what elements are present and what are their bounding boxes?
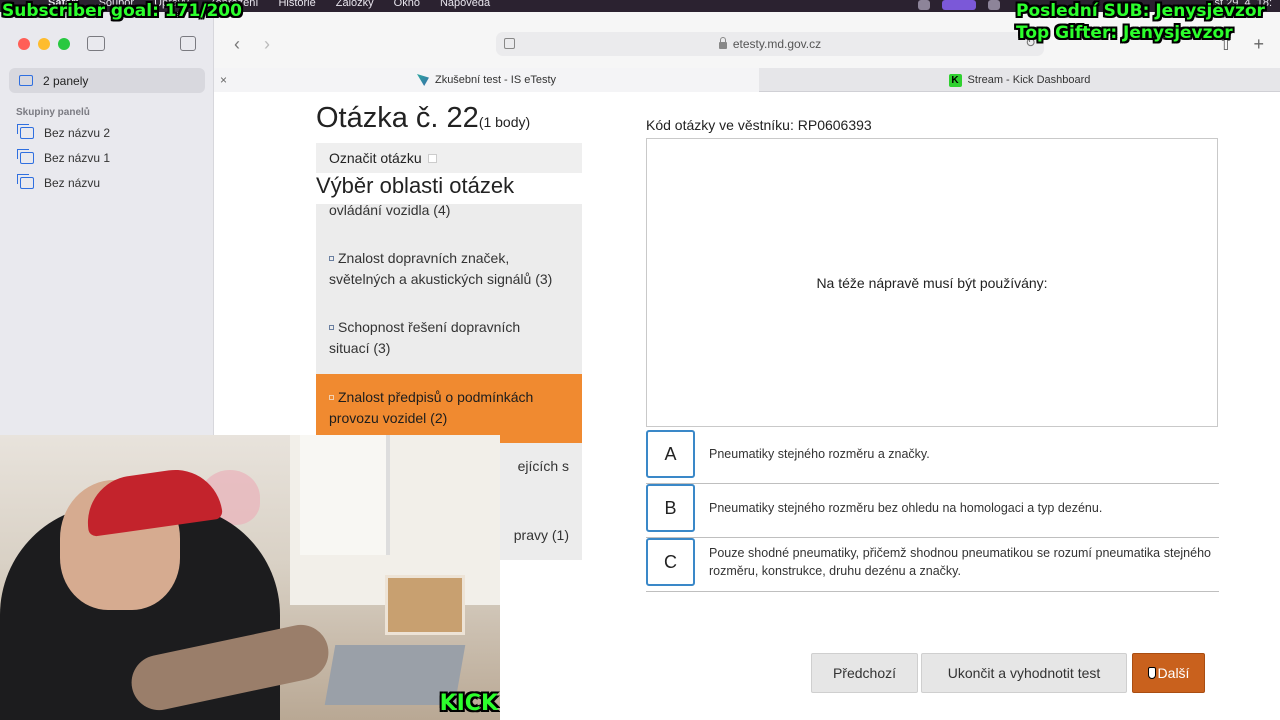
tab-group-icon [17,124,34,139]
mark-question-label: Označit otázku [329,150,422,166]
area-label: pravy (1) [513,527,569,543]
kick-logo: KICK [439,691,498,716]
bullet-icon [329,256,334,261]
area-label: ejících s [517,458,569,474]
tab-title: Zkušební test - IS eTesty [434,74,557,86]
sidebar-group-label: Bez názvu 2 [44,126,111,140]
tab-kick-dashboard[interactable]: K Stream - Kick Dashboard [759,68,1280,92]
area-label: Schopnost řešení dopravních [338,319,521,335]
area-item[interactable]: Schopnost řešení dopravních situací (3) [316,317,582,359]
new-tab-icon[interactable]: + [1253,34,1264,55]
next-button-label: Další [1157,665,1190,681]
area-label: ovládání vozidla (4) [329,204,451,218]
bullet-icon [329,395,334,400]
close-tab-icon[interactable]: × [220,73,227,87]
answer-letter[interactable]: C [646,538,695,586]
sidebar-item-panels[interactable]: 2 panely [9,68,205,93]
question-points: (1 body) [478,114,531,130]
tab-bar: × Zkušební test - IS eTesty K Stream - K… [214,68,1280,92]
question-title: Otázka č. 22(1 body) [316,102,530,135]
tab-title: Stream - Kick Dashboard [967,74,1091,86]
question-box: Na téže nápravě musí být používány: [646,138,1218,427]
answer-option-b[interactable]: B Pneumatiky stejného rozměru bez ohledu… [646,484,1219,538]
kick-favicon-icon: K [948,73,962,87]
sidebar-item-group[interactable]: Bez názvu 2 [17,124,111,140]
answer-letter[interactable]: A [646,430,695,478]
window-controls [18,38,70,50]
areas-title: Výběr oblasti otázek [316,173,515,198]
tray-icon[interactable] [988,0,1000,10]
tab-etesty[interactable]: × Zkušební test - IS eTesty [214,68,759,92]
finish-test-button[interactable]: Ukončit a vyhodnotit test [921,653,1127,693]
answer-option-c[interactable]: C Pouze shodné pneumatiky, přičemž shodn… [646,538,1219,592]
sidebar-group-label: Bez názvu [44,176,101,190]
next-button[interactable]: Další [1132,653,1205,693]
webcam-corkboard [385,575,465,635]
answer-text[interactable]: Pouze shodné pneumatiky, přičemž shodnou… [709,538,1211,586]
url-text: etesty.md.gov.cz [732,37,822,51]
question-text: Na téže nápravě musí být používány: [816,274,1048,291]
tab-group-icon [17,174,34,189]
menu-okno[interactable]: Okno [394,0,420,9]
tab-group-icon [17,149,34,164]
sidebar-toggle-icon[interactable] [87,36,105,51]
streamer-webcam: KICK [0,435,500,720]
tray-highlight-icon[interactable] [942,0,976,10]
sidebar-item-group[interactable]: Bez názvu 1 [17,149,111,165]
sidebar-item-group[interactable]: Bez názvu [17,174,101,190]
minimize-window-button[interactable] [38,38,50,50]
question-number: Otázka č. 22 [316,102,479,134]
window-icon [19,75,33,86]
mark-question-checkbox[interactable] [427,153,437,163]
answer-letter[interactable]: B [646,484,695,532]
subscriber-goal-overlay: Subscriber goal: 171/200 [2,1,242,21]
previous-button[interactable]: Předchozí [811,653,918,693]
lock-icon [718,36,727,49]
webcam-window [300,435,390,555]
question-code: Kód otázky ve věstníku: RP0606393 [646,117,872,133]
bullet-icon [329,325,334,330]
last-sub-overlay: Poslední SUB: Jenysjevzor [1016,1,1265,21]
menu-zalozky[interactable]: Záložky [336,0,374,9]
tab-groups-title: Skupiny panelů [16,107,90,118]
new-tab-group-icon[interactable] [180,36,196,51]
area-label-cont: světelných a akustických signálů (3) [329,271,553,287]
sidebar-panels-label: 2 panely [43,73,89,88]
sidebar-group-label: Bez názvu 1 [44,151,111,165]
pointer-cursor-icon [1147,667,1156,679]
area-item-active[interactable]: Znalost předpisů o podmínkách provozu vo… [316,374,582,443]
area-label: Znalost dopravních značek, [338,250,510,266]
zoom-window-button[interactable] [58,38,70,50]
menu-historie[interactable]: Historie [278,0,315,9]
area-label-cont: situací (3) [329,340,391,356]
address-bar[interactable]: etesty.md.gov.cz ↻ [496,32,1044,56]
close-window-button[interactable] [18,38,30,50]
answer-option-a[interactable]: A Pneumatiky stejného rozměru a značky. [646,430,1219,484]
answer-text[interactable]: Pneumatiky stejného rozměru a značky. [709,430,1211,478]
tray-icon[interactable] [918,0,930,10]
forward-icon[interactable]: › [264,34,270,55]
answer-text[interactable]: Pneumatiky stejného rozměru bez ohledu n… [709,484,1211,532]
top-gifter-overlay: Top Gifter: Jenysjevzor [1016,23,1233,43]
area-label-cont: provozu vozidel (2) [329,410,448,426]
area-item[interactable]: ovládání vozidla (4) [316,204,582,221]
status-tray [918,0,1000,10]
area-label: Znalost předpisů o podmínkách [338,389,534,405]
page-menu-icon[interactable] [504,38,515,49]
etesty-favicon-icon [416,74,429,86]
mark-question-toggle[interactable]: Označit otázku [316,143,582,173]
menu-napoveda[interactable]: Nápověda [440,0,490,9]
area-item[interactable]: Znalost dopravních značek, světelných a … [316,248,582,290]
back-icon[interactable]: ‹ [234,34,240,55]
